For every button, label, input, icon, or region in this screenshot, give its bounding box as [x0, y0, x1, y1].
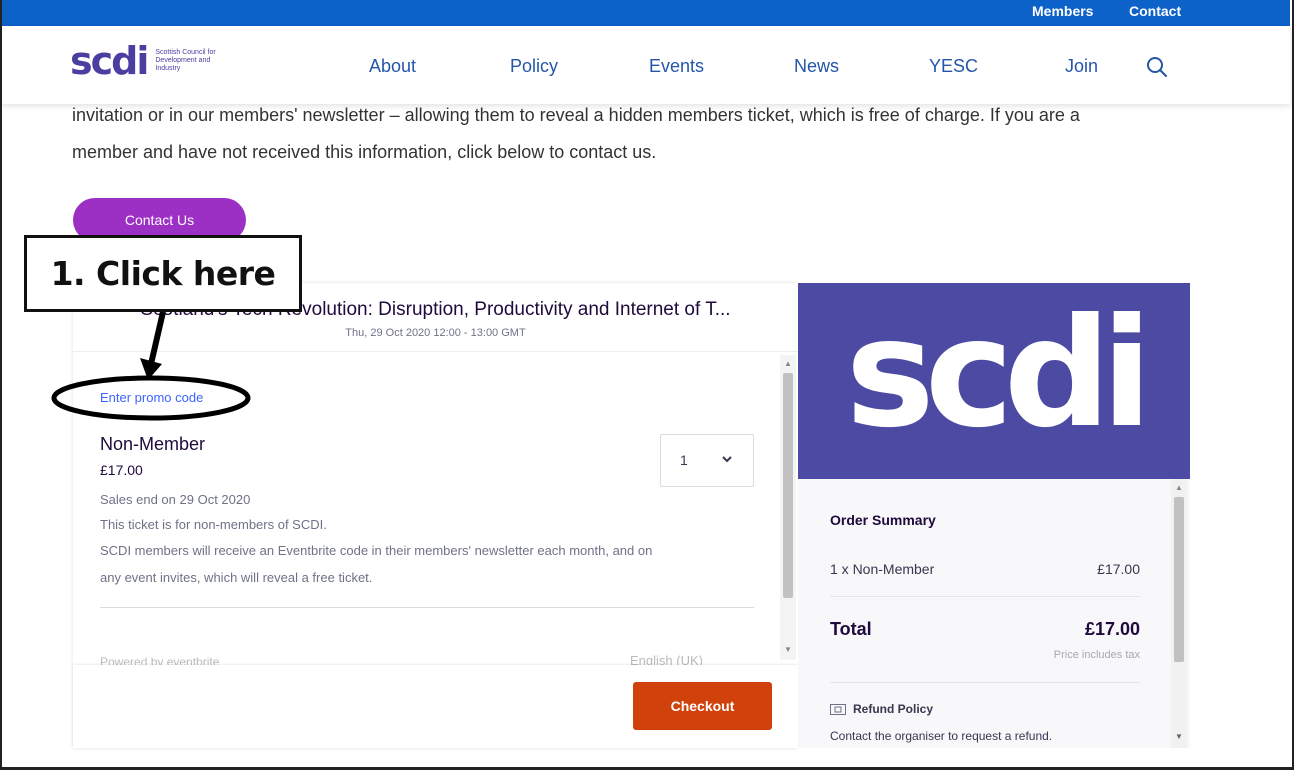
scdi-logo[interactable]: scdi Scottish Council for Development an… [70, 41, 235, 81]
intro-text-line-1: invitation or in our members' newsletter… [72, 105, 1080, 125]
annotation-label: 1. Click here [50, 254, 276, 293]
scroll-down-icon[interactable]: ▼ [1175, 732, 1183, 741]
order-line-item: 1 x Non-Member [830, 561, 935, 577]
ticket-description-2: SCDI members will receive an Eventbrite … [100, 543, 653, 558]
order-summary: Order Summary 1 x Non-Member £17.00 Tota… [798, 479, 1190, 748]
ticket-scrollbar[interactable]: ▲ ▼ [780, 355, 796, 660]
chevron-down-icon [722, 456, 732, 463]
search-icon[interactable] [1146, 56, 1168, 78]
summary-scrollbar[interactable]: ▲ ▼ [1171, 479, 1187, 748]
site-header: scdi Scottish Council for Development an… [2, 26, 1290, 104]
members-link[interactable]: Members [1032, 3, 1093, 19]
nav-events[interactable]: Events [649, 56, 704, 77]
eventbrite-checkout-widget: Scotland's Tech Revolution: Disruption, … [73, 283, 1190, 748]
nav-policy[interactable]: Policy [510, 56, 558, 77]
ticket-sales-end: Sales end on 29 Oct 2020 [100, 492, 251, 507]
ticket-description-3: any event invites, which will reveal a f… [100, 570, 373, 585]
divider [73, 351, 798, 352]
scroll-up-icon[interactable]: ▲ [784, 359, 792, 368]
nav-news[interactable]: News [794, 56, 839, 77]
scroll-thumb[interactable] [1174, 497, 1184, 662]
utility-bar: Members Contact [2, 0, 1290, 26]
event-date: Thu, 29 Oct 2020 12:00 - 13:00 GMT [345, 327, 526, 339]
scroll-up-icon[interactable]: ▲ [1175, 483, 1183, 492]
quantity-value: 1 [680, 452, 688, 468]
logo-wordmark: scdi [70, 39, 149, 83]
event-banner-image: scdi [798, 283, 1190, 479]
order-summary-pane: scdi Order Summary 1 x Non-Member £17.00… [798, 283, 1190, 748]
checkout-footer: Checkout [73, 665, 798, 748]
quantity-select[interactable]: 1 [660, 434, 754, 487]
enter-promo-code-link[interactable]: Enter promo code [100, 390, 203, 405]
banner-logo: scdi [845, 287, 1153, 461]
ticket-name: Non-Member [100, 434, 206, 454]
nav-yesc[interactable]: YESC [929, 56, 978, 77]
logo-subtitle: Scottish Council for Development and Ind… [155, 49, 216, 72]
refund-policy-text: Contact the organiser to request a refun… [830, 729, 1053, 743]
nav-join[interactable]: Join [1065, 56, 1098, 77]
scroll-down-icon[interactable]: ▼ [784, 645, 792, 654]
tax-note: Price includes tax [1053, 649, 1140, 661]
refund-policy-title: Refund Policy [853, 702, 934, 716]
contact-link[interactable]: Contact [1129, 3, 1181, 19]
refund-policy-icon [830, 704, 846, 715]
ticket-price: £17.00 [100, 462, 143, 478]
total-label: Total [830, 619, 872, 639]
scroll-thumb[interactable] [783, 373, 793, 598]
divider [100, 607, 754, 608]
order-line-price: £17.00 [1097, 561, 1140, 577]
intro-text-line-2: member and have not received this inform… [72, 142, 657, 162]
order-summary-heading: Order Summary [830, 512, 936, 528]
divider [830, 596, 1140, 597]
divider [830, 682, 1140, 683]
total-price: £17.00 [1084, 619, 1140, 639]
nav-about[interactable]: About [369, 56, 416, 77]
ticket-description-1: This ticket is for non-members of SCDI. [100, 517, 327, 532]
ticket-pane: Scotland's Tech Revolution: Disruption, … [73, 283, 798, 748]
annotation-callout: 1. Click here [24, 235, 302, 312]
checkout-button[interactable]: Checkout [633, 682, 772, 730]
